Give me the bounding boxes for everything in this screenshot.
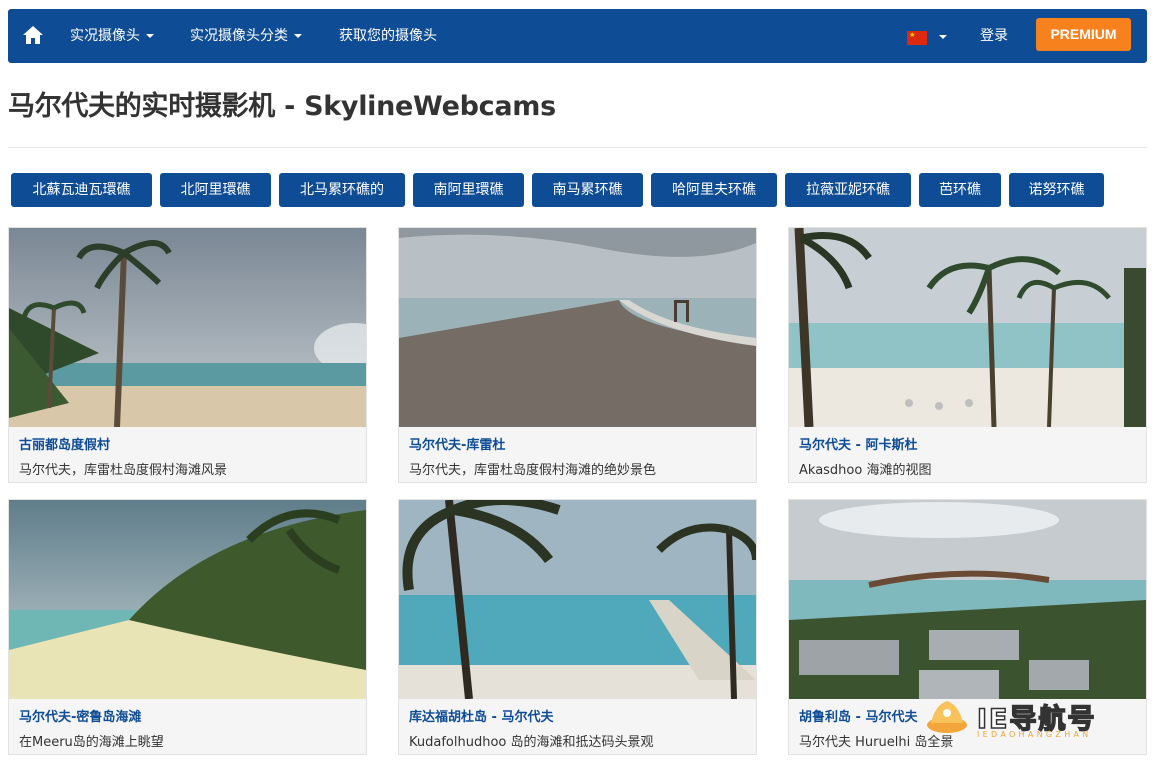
page-title: 马尔代夫的实时摄影机 - SkylineWebcams [8, 91, 556, 122]
card-title[interactable]: 库达福胡杜岛 - 马尔代夫 [409, 706, 553, 725]
home-icon[interactable] [22, 25, 44, 45]
nav-get-your-webcam-label: 获取您的摄像头 [339, 28, 437, 44]
card-description: 马尔代夫，库雷杜岛度假村海滩风景 [19, 463, 228, 478]
nav-get-your-webcam[interactable]: 获取您的摄像头 [339, 9, 437, 63]
webcam-thumbnail[interactable] [9, 500, 366, 699]
premium-button[interactable]: PREMIUM [1036, 18, 1131, 51]
nav-live-webcams[interactable]: 实况摄像头 [70, 9, 154, 63]
webcam-thumbnail[interactable] [9, 228, 366, 427]
chevron-down-icon[interactable] [939, 35, 947, 39]
tag-haa-alif[interactable]: 哈阿里夫环礁 [651, 173, 777, 207]
tag-north-male[interactable]: 北马累环礁的 [279, 173, 405, 207]
card-description: Akasdhoo 海滩的视图 [799, 463, 932, 478]
tag-north-ari[interactable]: 北阿里環礁 [160, 173, 271, 207]
watermark-logo-icon [927, 701, 967, 733]
tag-lhaviyani[interactable]: 拉薇亚妮环礁 [785, 173, 911, 207]
card-title[interactable]: 古丽都岛度假村 [19, 434, 110, 453]
nav-webcam-categories-label: 实况摄像头分类 [190, 28, 288, 44]
tag-south-male[interactable]: 南马累环礁 [532, 173, 643, 207]
tag-north-thiladhunmathi[interactable]: 北蘇瓦迪瓦環礁 [11, 173, 152, 207]
chevron-down-icon [294, 34, 302, 38]
tag-south-ari[interactable]: 南阿里環礁 [413, 173, 524, 207]
webcam-thumbnail[interactable] [399, 228, 756, 427]
chevron-down-icon [146, 34, 154, 38]
card-title[interactable]: 马尔代夫-密鲁岛海滩 [19, 706, 141, 725]
watermark-subtext: IEDAOHANGZHAN [977, 730, 1092, 739]
watermark: IE导航号 IEDAOHANGZHAN [925, 697, 1145, 747]
webcam-card[interactable]: 马尔代夫 - 阿卡斯杜 Akasdhoo 海滩的视图 [788, 227, 1147, 483]
nav-live-webcams-label: 实况摄像头 [70, 28, 140, 44]
webcam-thumbnail[interactable] [789, 500, 1146, 699]
divider [8, 147, 1147, 148]
login-link[interactable]: 登录 [980, 9, 1008, 63]
webcam-thumbnail[interactable] [789, 228, 1146, 427]
card-title[interactable]: 马尔代夫-库雷杜 [409, 434, 505, 453]
china-flag-icon[interactable]: ★ [907, 31, 927, 45]
card-description: 马尔代夫，库雷杜岛度假村海滩的绝妙景色 [409, 463, 657, 478]
top-navbar: 实况摄像头 实况摄像头分类 获取您的摄像头 ★ 登录 PREMIUM [8, 9, 1147, 63]
webcam-card[interactable]: 库达福胡杜岛 - 马尔代夫 Kudafolhudhoo 岛的海滩和抵达码头景观 [398, 499, 757, 755]
card-title[interactable]: 胡鲁利岛 - 马尔代夫 [799, 706, 917, 725]
card-title[interactable]: 马尔代夫 - 阿卡斯杜 [799, 434, 917, 453]
tag-noonu[interactable]: 诺努环礁 [1009, 173, 1104, 207]
card-description: 在Meeru岛的海滩上眺望 [19, 735, 164, 750]
card-description: Kudafolhudhoo 岛的海滩和抵达码头景观 [409, 735, 654, 750]
webcam-card[interactable]: 古丽都岛度假村 马尔代夫，库雷杜岛度假村海滩风景 [8, 227, 367, 483]
tag-baa[interactable]: 芭环礁 [919, 173, 1001, 207]
webcam-card[interactable]: 马尔代夫-库雷杜 马尔代夫，库雷杜岛度假村海滩的绝妙景色 [398, 227, 757, 483]
nav-webcam-categories[interactable]: 实况摄像头分类 [190, 9, 302, 63]
webcam-card[interactable]: 马尔代夫-密鲁岛海滩 在Meeru岛的海滩上眺望 [8, 499, 367, 755]
webcam-thumbnail[interactable] [399, 500, 756, 699]
